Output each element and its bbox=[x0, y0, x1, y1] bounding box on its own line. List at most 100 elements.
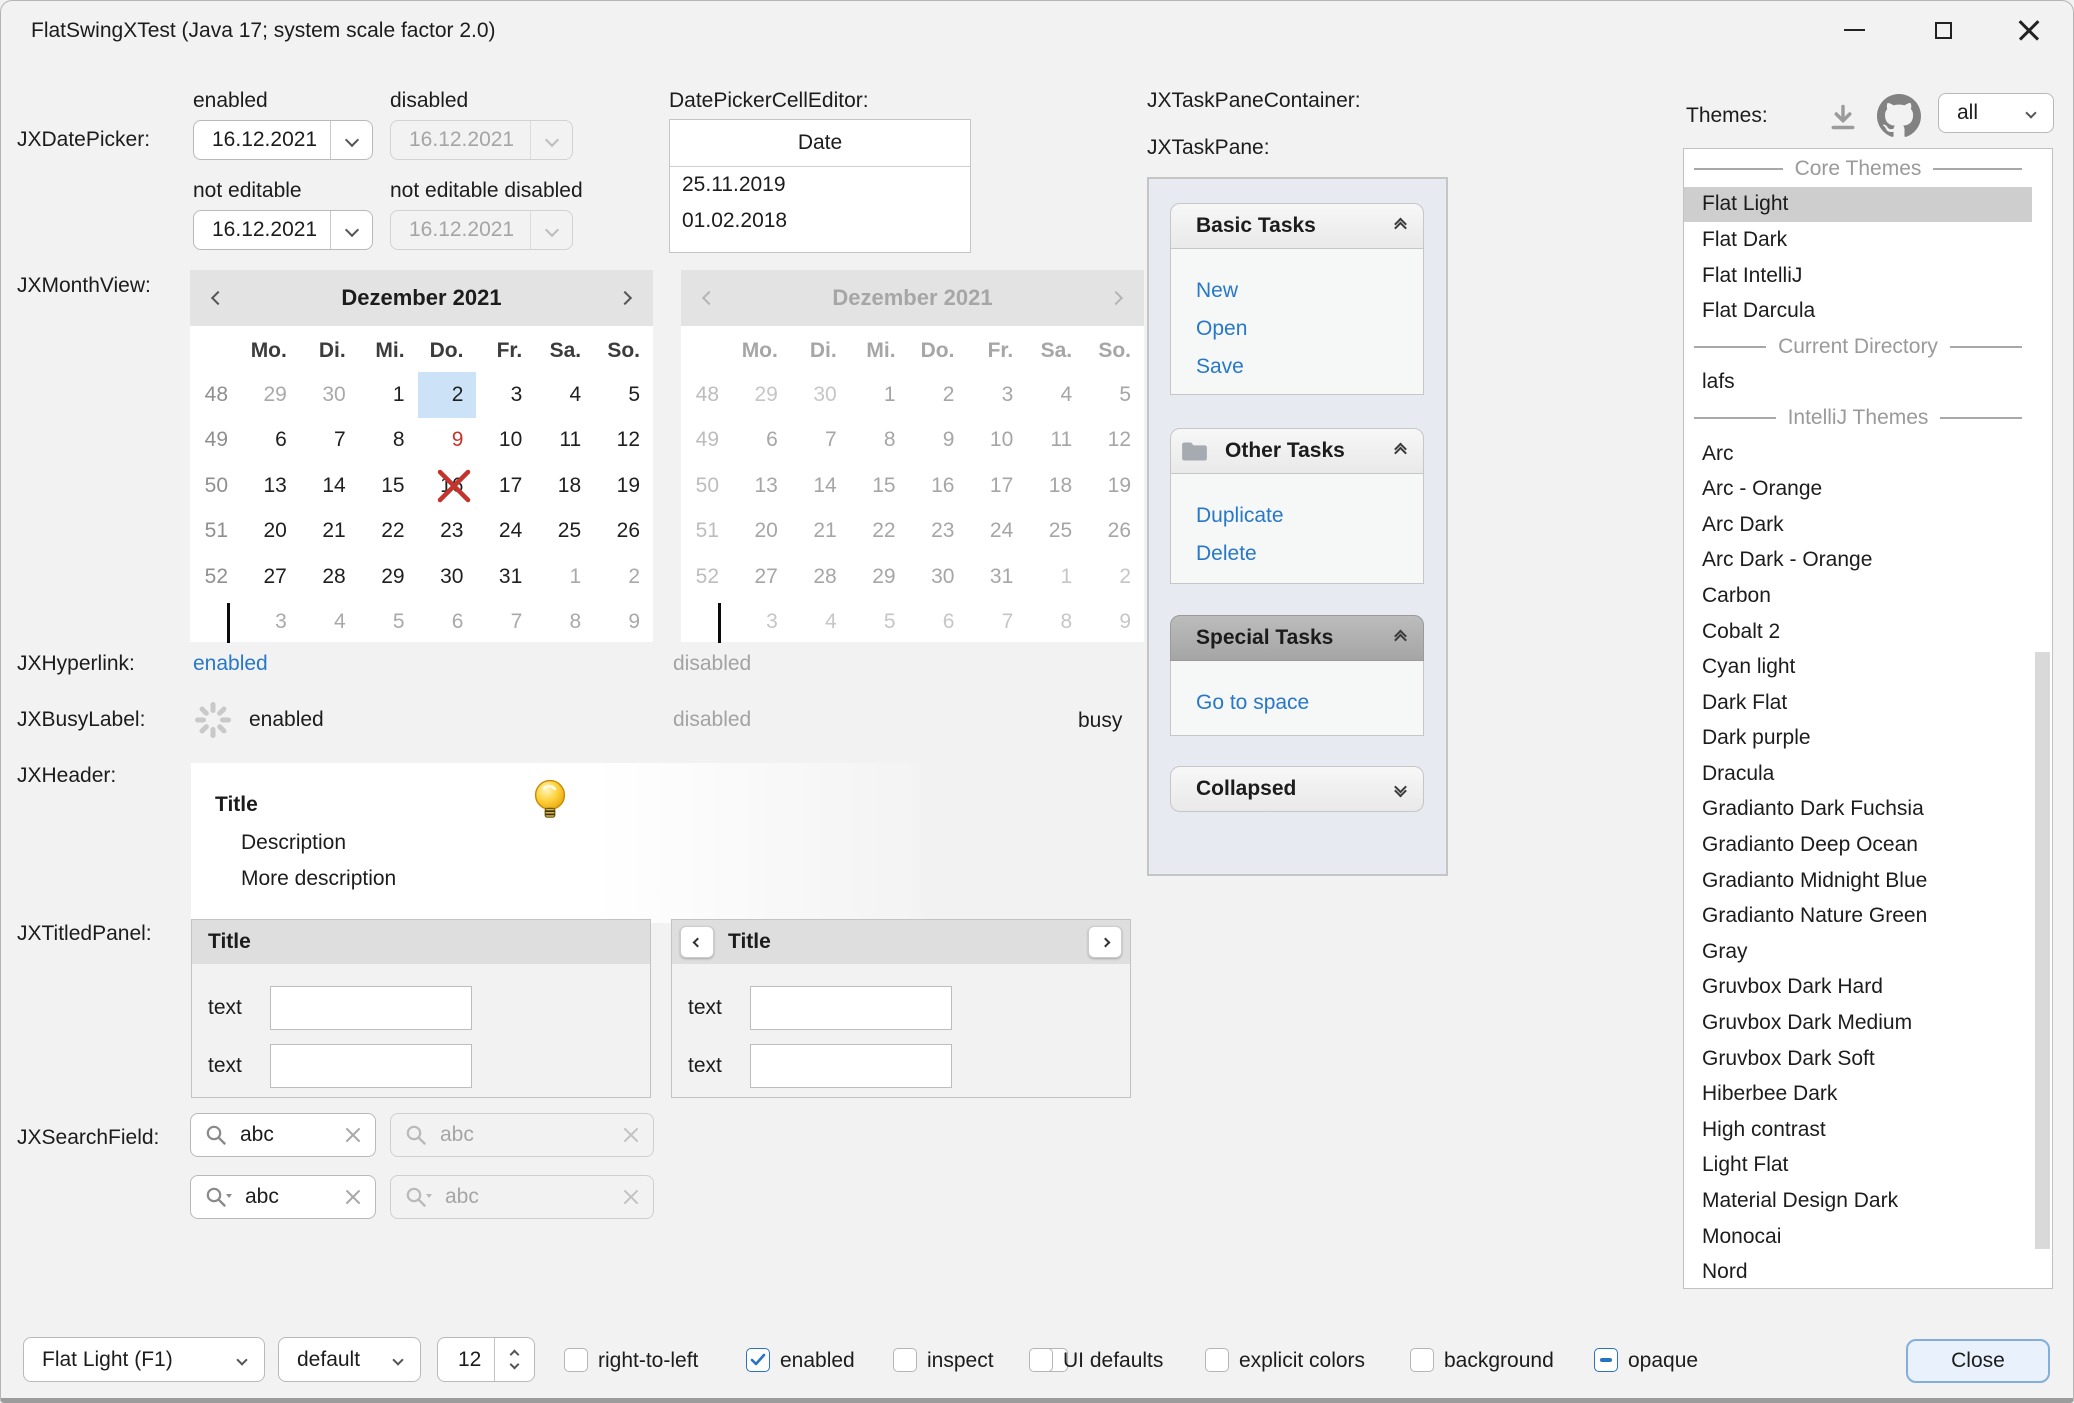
theme-item[interactable]: Dark purple bbox=[1684, 721, 2032, 757]
maximize-button[interactable] bbox=[1910, 1, 1976, 59]
theme-item[interactable]: Flat IntelliJ bbox=[1684, 258, 2032, 294]
task-link[interactable]: Save bbox=[1196, 355, 1423, 379]
hyperlink-enabled[interactable]: enabled bbox=[193, 652, 268, 676]
theme-item[interactable]: Light Flat bbox=[1684, 1148, 2032, 1184]
day-cell[interactable]: 4 bbox=[535, 372, 594, 418]
prev-month-button[interactable] bbox=[190, 270, 246, 326]
day-cell[interactable]: 5 bbox=[359, 600, 418, 646]
clear-icon[interactable] bbox=[345, 1189, 361, 1205]
day-cell[interactable]: 11 bbox=[535, 418, 594, 464]
theme-item[interactable]: Flat Light bbox=[1684, 187, 2032, 223]
ui-defaults-checkbox[interactable] bbox=[1029, 1348, 1053, 1372]
themes-filter-combobox[interactable]: all bbox=[1938, 93, 2054, 133]
day-cell[interactable]: 28 bbox=[300, 554, 359, 600]
scrollbar-thumb[interactable] bbox=[2035, 652, 2050, 1249]
search-input-value[interactable]: abc bbox=[240, 1123, 345, 1147]
day-cell[interactable]: 6 bbox=[418, 600, 477, 646]
theme-item[interactable]: Hiberbee Dark bbox=[1684, 1076, 2032, 1112]
theme-item[interactable]: Flat Dark bbox=[1684, 222, 2032, 258]
day-cell[interactable]: 23 bbox=[418, 509, 477, 555]
day-cell[interactable]: 6 bbox=[241, 418, 300, 464]
theme-item[interactable]: Gruvbox Dark Soft bbox=[1684, 1041, 2032, 1077]
theme-item[interactable]: Carbon bbox=[1684, 578, 2032, 614]
theme-item[interactable]: Gradianto Deep Ocean bbox=[1684, 827, 2032, 863]
search-field-with-menu[interactable]: abc bbox=[190, 1175, 376, 1219]
datepicker-dropdown-button[interactable] bbox=[330, 211, 372, 249]
day-cell[interactable]: 20 bbox=[241, 509, 300, 555]
theme-item[interactable]: Gradianto Midnight Blue bbox=[1684, 863, 2032, 899]
panel-left-button[interactable] bbox=[680, 926, 714, 958]
taskpane-header[interactable]: Collapsed bbox=[1170, 766, 1424, 812]
day-cell[interactable]: 25 bbox=[535, 509, 594, 555]
day-cell[interactable]: 30 bbox=[418, 554, 477, 600]
search-input-value[interactable]: abc bbox=[245, 1185, 345, 1209]
day-cell[interactable]: 7 bbox=[476, 600, 535, 646]
close-button[interactable]: Close bbox=[1906, 1339, 2050, 1383]
background-checkbox[interactable] bbox=[1410, 1348, 1434, 1372]
theme-item[interactable]: Flat Darcula bbox=[1684, 293, 2032, 329]
search-field[interactable]: abc bbox=[190, 1113, 376, 1157]
opaque-checkbox[interactable] bbox=[1594, 1348, 1618, 1372]
day-cell[interactable]: 24 bbox=[476, 509, 535, 555]
day-cell[interactable]: 7 bbox=[300, 418, 359, 464]
theme-item[interactable]: Dracula bbox=[1684, 756, 2032, 792]
day-cell[interactable]: 18 bbox=[535, 463, 594, 509]
inspect-checkbox[interactable] bbox=[893, 1348, 917, 1372]
text-input[interactable] bbox=[750, 1044, 952, 1088]
taskpane-header[interactable]: Other Tasks bbox=[1170, 428, 1424, 474]
day-cell[interactable]: 26 bbox=[594, 509, 653, 555]
day-cell[interactable]: 19 bbox=[594, 463, 653, 509]
day-cell[interactable]: 9 bbox=[594, 600, 653, 646]
theme-item[interactable]: High contrast bbox=[1684, 1112, 2032, 1148]
text-input[interactable] bbox=[270, 1044, 472, 1088]
datepicker-value[interactable]: 16.12.2021 bbox=[194, 128, 330, 152]
day-cell[interactable]: 2 bbox=[594, 554, 653, 600]
laf-combobox[interactable]: Flat Light (F1) bbox=[23, 1337, 265, 1382]
datepicker-dropdown-button[interactable] bbox=[330, 121, 372, 159]
datepicker-not-editable[interactable]: 16.12.2021 bbox=[193, 210, 373, 250]
theme-item[interactable]: Gruvbox Dark Hard bbox=[1684, 970, 2032, 1006]
font-combobox[interactable]: default bbox=[278, 1337, 421, 1382]
font-size-spinner[interactable]: 12 bbox=[437, 1337, 535, 1382]
theme-item[interactable]: Arc - Orange bbox=[1684, 471, 2032, 507]
day-cell[interactable]: 31 bbox=[476, 554, 535, 600]
theme-item[interactable]: Gradianto Dark Fuchsia bbox=[1684, 792, 2032, 828]
enabled-checkbox[interactable] bbox=[746, 1348, 770, 1372]
right-to-left-checkbox[interactable] bbox=[564, 1348, 588, 1372]
search-menu-icon[interactable] bbox=[205, 1186, 233, 1209]
day-cell[interactable]: 5 bbox=[594, 372, 653, 418]
day-cell[interactable]: 9 bbox=[418, 418, 477, 464]
text-input[interactable] bbox=[270, 986, 472, 1030]
day-cell[interactable]: 27 bbox=[241, 554, 300, 600]
taskpane-header[interactable]: Basic Tasks bbox=[1170, 203, 1424, 249]
theme-item[interactable]: Monocai bbox=[1684, 1219, 2032, 1255]
theme-item[interactable]: Nord bbox=[1684, 1254, 2032, 1289]
day-cell[interactable]: 29 bbox=[359, 554, 418, 600]
day-cell[interactable]: 10 bbox=[476, 418, 535, 464]
day-cell[interactable]: 14 bbox=[300, 463, 359, 509]
theme-item[interactable]: Dark Flat bbox=[1684, 685, 2032, 721]
theme-item[interactable]: Arc Dark bbox=[1684, 507, 2032, 543]
spinner-buttons[interactable] bbox=[494, 1338, 534, 1381]
day-cell[interactable]: 8 bbox=[359, 418, 418, 464]
day-cell[interactable]: 2 bbox=[418, 372, 477, 418]
day-cell[interactable]: 8 bbox=[535, 600, 594, 646]
day-cell[interactable]: 29 bbox=[241, 372, 300, 418]
taskpane-header[interactable]: Special Tasks bbox=[1170, 615, 1424, 661]
day-cell[interactable]: 17 bbox=[476, 463, 535, 509]
day-cell[interactable]: 1 bbox=[359, 372, 418, 418]
datepicker-enabled[interactable]: 16.12.2021 bbox=[193, 120, 373, 160]
minimize-button[interactable] bbox=[1821, 1, 1887, 59]
theme-item[interactable]: Arc bbox=[1684, 436, 2032, 472]
day-cell[interactable]: 15 bbox=[359, 463, 418, 509]
task-link[interactable]: Go to space bbox=[1196, 691, 1423, 715]
github-button[interactable] bbox=[1877, 94, 1921, 143]
task-link[interactable]: Delete bbox=[1196, 542, 1423, 566]
theme-item[interactable]: Gruvbox Dark Medium bbox=[1684, 1005, 2032, 1041]
theme-item[interactable]: Arc Dark - Orange bbox=[1684, 543, 2032, 579]
day-cell[interactable]: 13 bbox=[241, 463, 300, 509]
day-cell[interactable]: 22 bbox=[359, 509, 418, 555]
panel-right-button[interactable] bbox=[1088, 926, 1122, 958]
theme-item[interactable]: Gray bbox=[1684, 934, 2032, 970]
next-month-button[interactable] bbox=[597, 270, 653, 326]
